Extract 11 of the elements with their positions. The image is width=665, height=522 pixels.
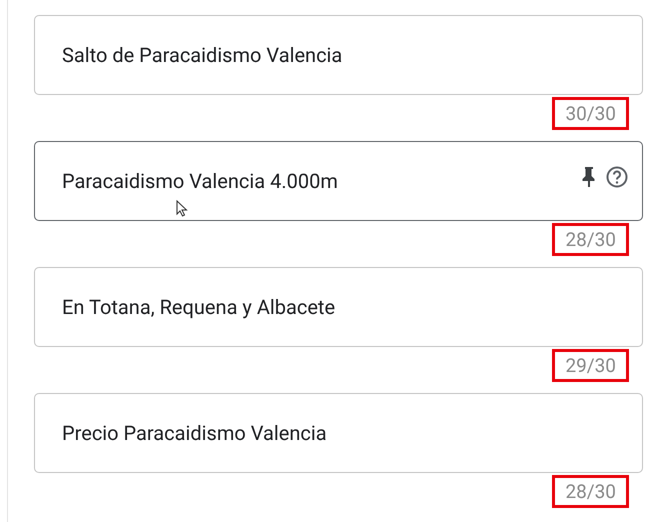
character-counter: 28/30 — [552, 475, 629, 508]
character-counter: 30/30 — [552, 97, 629, 130]
text-field[interactable]: En Totana, Requena y Albacete — [34, 267, 643, 347]
text-field[interactable]: Precio Paracaidismo Valencia — [34, 393, 643, 473]
mouse-pointer-icon — [176, 200, 188, 217]
character-counter: 28/30 — [552, 223, 629, 256]
help-icon[interactable] — [606, 166, 628, 188]
character-counter: 29/30 — [552, 349, 629, 382]
pin-icon[interactable] — [582, 166, 596, 188]
text-field[interactable]: Paracaidismo Valencia 4.000m — [34, 141, 643, 221]
text-field[interactable]: Salto de Paracaidismo Valencia — [34, 15, 643, 95]
